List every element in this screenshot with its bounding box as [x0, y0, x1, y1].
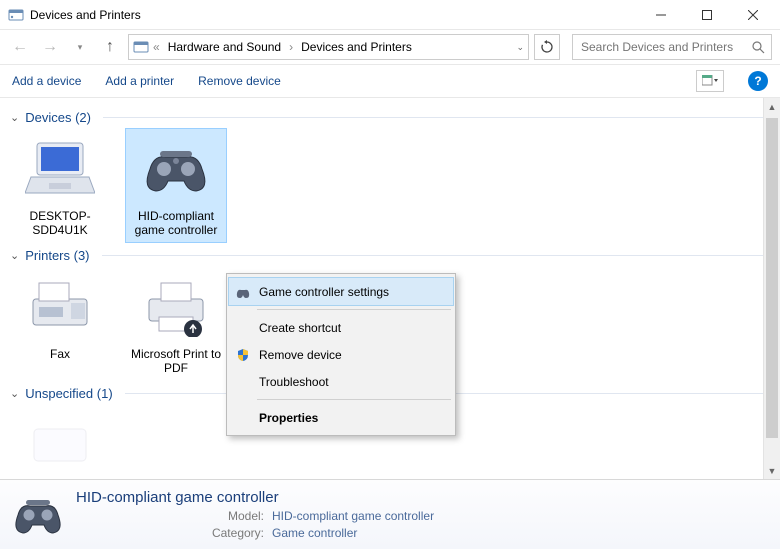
maximize-button[interactable] [684, 0, 730, 30]
context-menu: Game controller settings Create shortcut… [226, 273, 456, 436]
menu-label: Remove device [259, 348, 342, 362]
breadcrumb-dropdown[interactable]: ⌄ [516, 42, 524, 53]
refresh-button[interactable] [534, 34, 560, 60]
menu-item-properties[interactable]: Properties [229, 404, 453, 431]
up-button[interactable]: ↑ [98, 35, 122, 59]
device-item-desktop[interactable]: DESKTOP-SDD4U1K [10, 129, 110, 242]
chevron-right-icon: › [287, 40, 295, 54]
game-controller-icon [140, 133, 212, 205]
nav-bar: ← → ▾ ↑ « Hardware and Sound › Devices a… [0, 30, 780, 64]
laptop-icon [24, 133, 96, 205]
group-header-printers[interactable]: ⌄ Printers (3) [10, 248, 770, 263]
game-controller-icon [10, 487, 66, 543]
printer-item-pdf[interactable]: Microsoft Print to PDF [126, 267, 226, 380]
remove-device-button[interactable]: Remove device [198, 74, 281, 88]
group-title-unspecified: Unspecified (1) [25, 386, 112, 401]
group-header-devices[interactable]: ⌄ Devices (2) [10, 110, 770, 125]
chevron-down-icon: ⌄ [10, 111, 19, 124]
menu-label: Create shortcut [259, 321, 341, 335]
minimize-button[interactable] [638, 0, 684, 30]
close-button[interactable] [730, 0, 776, 30]
window-title: Devices and Printers [30, 8, 141, 22]
category-value: Game controller [272, 526, 357, 540]
chevron-down-icon: ⌄ [10, 387, 19, 400]
chevron-down-icon: ⌄ [10, 249, 19, 262]
scroll-thumb[interactable] [766, 118, 778, 438]
menu-label: Troubleshoot [259, 375, 329, 389]
group-title-devices: Devices (2) [25, 110, 91, 125]
scroll-up-button[interactable]: ▲ [764, 98, 780, 115]
search-box[interactable] [572, 34, 772, 60]
content-area: ⌄ Devices (2) DESKTOP-SDD4U1K [0, 98, 780, 478]
scroll-down-button[interactable]: ▼ [764, 462, 780, 479]
search-icon[interactable] [752, 41, 765, 54]
menu-separator [257, 309, 451, 310]
printer-item-fax[interactable]: Fax [10, 267, 110, 380]
device-label: DESKTOP-SDD4U1K [14, 209, 106, 238]
back-button[interactable]: ← [8, 35, 32, 59]
app-icon [8, 7, 24, 23]
group-title-printers: Printers (3) [25, 248, 89, 263]
unspecified-item[interactable] [10, 405, 110, 478]
category-label: Category: [206, 526, 264, 540]
fax-icon [24, 271, 96, 343]
printer-label: Fax [14, 347, 106, 361]
model-label: Model: [206, 509, 264, 523]
details-pane: HID-compliant game controller Model: HID… [0, 479, 780, 549]
menu-item-troubleshoot[interactable]: Troubleshoot [229, 368, 453, 395]
generic-device-icon [24, 409, 96, 478]
breadcrumb-sep: « [151, 40, 162, 54]
breadcrumb-segment-2[interactable]: Devices and Printers [297, 40, 416, 54]
device-item-controller[interactable]: HID-compliant game controller [126, 129, 226, 242]
details-title: HID-compliant game controller [76, 489, 434, 506]
vertical-scrollbar[interactable]: ▲ ▼ [763, 98, 780, 479]
command-bar: Add a device Add a printer Remove device… [0, 64, 780, 98]
details-text: HID-compliant game controller Model: HID… [76, 489, 434, 540]
breadcrumb[interactable]: « Hardware and Sound › Devices and Print… [128, 34, 529, 60]
menu-item-game-settings[interactable]: Game controller settings [229, 278, 453, 305]
menu-separator [257, 399, 451, 400]
forward-button[interactable]: → [38, 35, 62, 59]
shield-icon [235, 347, 251, 363]
title-bar: Devices and Printers [0, 0, 780, 30]
printer-label: Microsoft Print to PDF [130, 347, 222, 376]
menu-item-create-shortcut[interactable]: Create shortcut [229, 314, 453, 341]
view-options-button[interactable] [696, 70, 724, 92]
breadcrumb-icon [133, 39, 149, 55]
devices-row: DESKTOP-SDD4U1K HID-compliant game contr… [10, 129, 770, 242]
printer-icon [140, 271, 212, 343]
model-value: HID-compliant game controller [272, 509, 434, 523]
menu-label: Properties [259, 411, 318, 425]
recent-dropdown[interactable]: ▾ [68, 35, 92, 59]
add-printer-button[interactable]: Add a printer [105, 74, 174, 88]
menu-item-remove-device[interactable]: Remove device [229, 341, 453, 368]
help-button[interactable]: ? [748, 71, 768, 91]
add-device-button[interactable]: Add a device [12, 74, 81, 88]
menu-label: Game controller settings [259, 285, 389, 299]
controller-icon [235, 284, 251, 300]
search-input[interactable] [579, 39, 752, 55]
breadcrumb-segment-1[interactable]: Hardware and Sound [164, 40, 285, 54]
device-label: HID-compliant game controller [130, 209, 222, 238]
